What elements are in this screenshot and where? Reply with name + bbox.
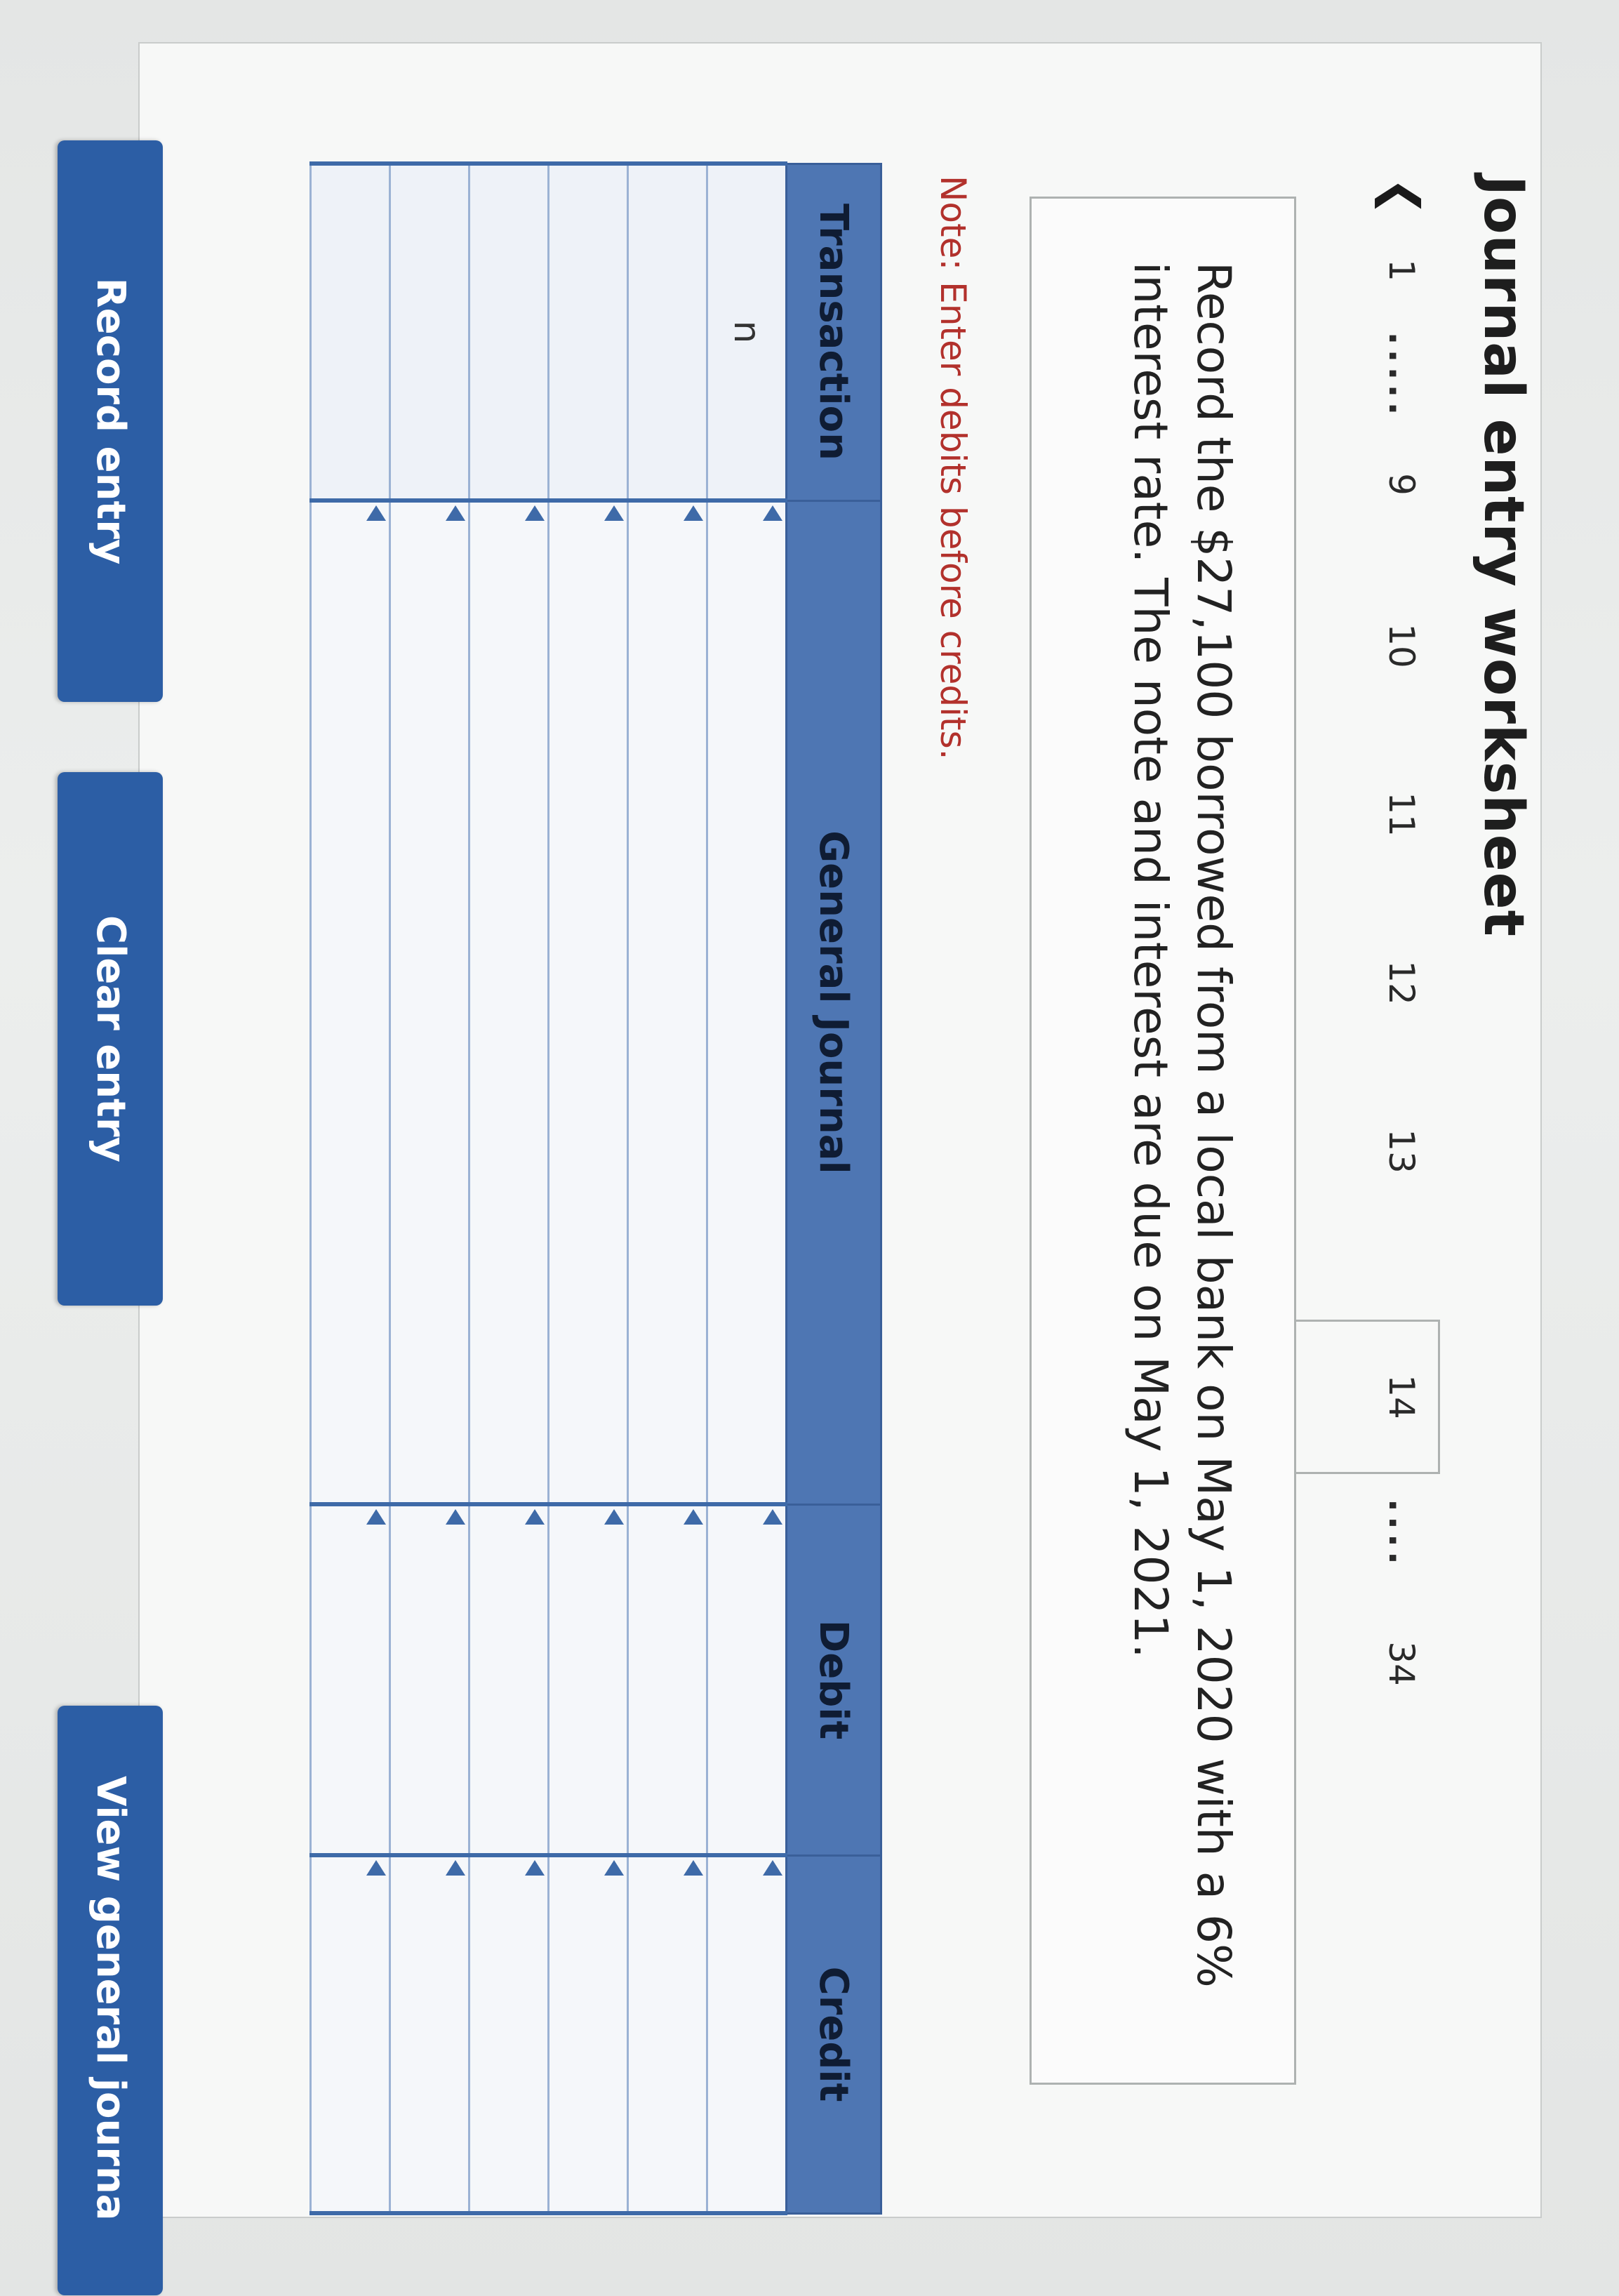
page-ellipsis: .... — [1381, 1499, 1422, 1569]
table-header-row: Transaction General Journal Debit Credit — [786, 164, 881, 2213]
screen: Journal entry worksheet ❮ 1 ..... 9 10 1… — [0, 0, 1619, 2296]
dropdown-arrow-icon — [525, 1860, 545, 1876]
header-general-journal: General Journal — [786, 500, 881, 1504]
dropdown-arrow-icon — [684, 505, 703, 521]
credit-input[interactable] — [310, 1855, 390, 2213]
dropdown-arrow-icon — [446, 1509, 465, 1525]
dropdown-arrow-icon — [525, 1509, 545, 1525]
account-select[interactable] — [627, 500, 707, 1504]
transaction-cell[interactable] — [469, 164, 549, 500]
dropdown-arrow-icon — [525, 505, 545, 521]
transaction-cell[interactable] — [310, 164, 390, 500]
view-general-journal-button[interactable]: View general journa — [58, 1706, 163, 2295]
page-13[interactable]: 13 — [1363, 1116, 1440, 1186]
page-ellipsis: ..... — [1381, 331, 1422, 420]
table-row — [627, 164, 707, 2213]
transaction-cell[interactable] — [548, 164, 628, 500]
credit-input[interactable] — [707, 1855, 787, 2213]
pagination: ❮ 1 ..... 9 10 11 12 13 14 .... 34 — [1293, 140, 1440, 1895]
debit-input[interactable] — [389, 1504, 469, 1855]
table-row — [469, 164, 549, 2213]
account-select[interactable] — [389, 500, 469, 1504]
dropdown-arrow-icon — [763, 505, 782, 521]
question-text: Record the $27,100 borrowed from a local… — [1124, 262, 1241, 1988]
header-transaction: Transaction — [786, 164, 881, 500]
dropdown-arrow-icon — [446, 505, 465, 521]
dropdown-arrow-icon — [366, 505, 386, 521]
general-journal-table: Transaction General Journal Debit Credit… — [309, 161, 882, 2215]
page-1[interactable]: 1 — [1363, 246, 1440, 295]
worksheet-title: Journal entry worksheet — [1472, 175, 1535, 937]
dropdown-arrow-icon — [604, 505, 624, 521]
credit-input[interactable] — [548, 1855, 628, 2213]
record-entry-button[interactable]: Record entry — [58, 140, 163, 702]
page-11[interactable]: 11 — [1363, 779, 1440, 849]
transaction-value: n — [726, 320, 768, 344]
page-34[interactable]: 34 — [1363, 1628, 1440, 1699]
transaction-cell[interactable]: n — [707, 164, 787, 500]
dropdown-arrow-icon — [763, 1860, 782, 1876]
page-14-active[interactable]: 14 — [1363, 1362, 1440, 1432]
credit-input[interactable] — [627, 1855, 707, 2213]
dropdown-arrow-icon — [446, 1860, 465, 1876]
note-text: Note: Enter debits before credits. — [933, 175, 973, 760]
transaction-cell[interactable] — [627, 164, 707, 500]
chevron-left-icon[interactable]: ❮ — [1363, 168, 1440, 225]
page-9[interactable]: 9 — [1363, 456, 1440, 512]
account-select[interactable] — [469, 500, 549, 1504]
debit-input[interactable] — [707, 1504, 787, 1855]
transaction-cell[interactable] — [389, 164, 469, 500]
question-box: Record the $27,100 borrowed from a local… — [1030, 197, 1296, 2085]
dropdown-arrow-icon — [684, 1860, 703, 1876]
account-select[interactable] — [548, 500, 628, 1504]
dropdown-arrow-icon — [604, 1509, 624, 1525]
header-credit: Credit — [786, 1855, 881, 2213]
table-row: n — [707, 164, 787, 2213]
page-12[interactable]: 12 — [1363, 948, 1440, 1018]
account-select[interactable] — [310, 500, 390, 1504]
debit-input[interactable] — [310, 1504, 390, 1855]
header-debit: Debit — [786, 1504, 881, 1855]
debit-input[interactable] — [548, 1504, 628, 1855]
debit-input[interactable] — [627, 1504, 707, 1855]
dropdown-arrow-icon — [763, 1509, 782, 1525]
clear-entry-button[interactable]: Clear entry — [58, 772, 163, 1306]
page-10[interactable]: 10 — [1363, 611, 1440, 681]
table-row — [389, 164, 469, 2213]
dropdown-arrow-icon — [366, 1509, 386, 1525]
dropdown-arrow-icon — [604, 1860, 624, 1876]
debit-input[interactable] — [469, 1504, 549, 1855]
table-row — [310, 164, 390, 2213]
dropdown-arrow-icon — [366, 1860, 386, 1876]
credit-input[interactable] — [389, 1855, 469, 2213]
table-row — [548, 164, 628, 2213]
dropdown-arrow-icon — [684, 1509, 703, 1525]
account-select[interactable] — [707, 500, 787, 1504]
credit-input[interactable] — [469, 1855, 549, 2213]
